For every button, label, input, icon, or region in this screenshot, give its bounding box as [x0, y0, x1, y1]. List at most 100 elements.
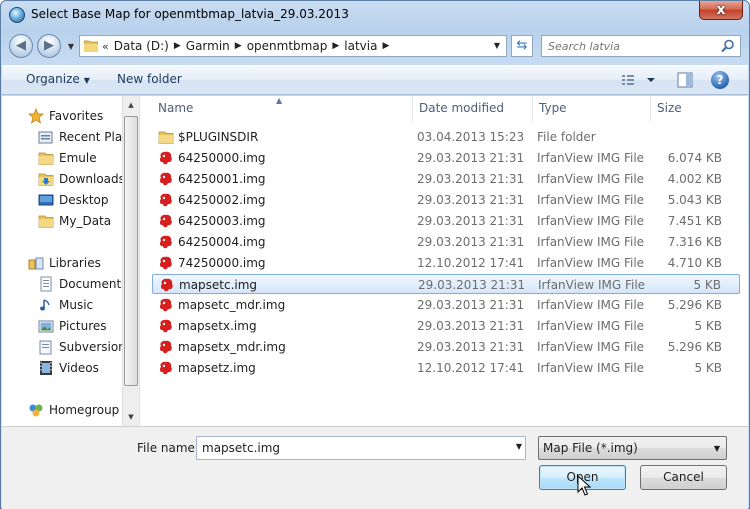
file-date: 29.03.2013 21:31	[417, 340, 525, 354]
scrollbar-thumb[interactable]	[124, 116, 138, 386]
breadcrumb-arrow-icon[interactable]: ▶	[382, 41, 389, 51]
nav-item-pictures[interactable]: Pictures	[38, 316, 107, 336]
nav-item-label: Desktop	[59, 193, 109, 207]
file-row[interactable]: 64250001.img 29.03.2013 21:31 IrfanView IM…	[152, 169, 740, 189]
file-type: File folder	[537, 130, 596, 144]
file-row[interactable]: 74250000.img 12.10.2012 17:41 IrfanView IM…	[152, 253, 740, 273]
file-name: 74250000.img	[178, 256, 266, 270]
column-header-size[interactable]: Size	[651, 96, 741, 122]
breadcrumb-arrow-icon[interactable]: ▶	[235, 41, 242, 51]
file-size: 5.296 KB	[667, 340, 722, 354]
scroll-down-icon[interactable]: ▼	[123, 409, 139, 425]
navigation-pane: Favorites Recent Plac Emule Downloads De…	[2, 96, 140, 426]
new-folder-button[interactable]: New folder	[117, 72, 182, 86]
nav-item-recent-places[interactable]: Recent Plac	[38, 127, 129, 147]
file-row[interactable]: mapsetx_mdr.img 29.03.2013 21:31 IrfanView…	[152, 337, 740, 357]
change-view-button[interactable]	[620, 71, 660, 89]
chevron-down-icon[interactable]: ▼	[516, 442, 522, 451]
preview-pane-icon[interactable]	[676, 71, 694, 89]
column-header-date[interactable]: Date modified	[413, 96, 533, 122]
nav-item-downloads[interactable]: Downloads	[38, 169, 125, 189]
breadcrumb-item-garmin[interactable]: Garmin	[186, 39, 230, 53]
breadcrumb-item-latvia[interactable]: latvia	[344, 39, 377, 53]
file-row[interactable]: 64250003.img 29.03.2013 21:31 IrfanView IM…	[152, 211, 740, 231]
file-row[interactable]: 64250000.img 29.03.2013 21:31 IrfanView IM…	[152, 148, 740, 168]
file-name: mapsetx.img	[178, 319, 257, 333]
address-dropdown-icon[interactable]: ▼	[491, 39, 503, 53]
file-type: IrfanView IMG File	[537, 256, 645, 270]
refresh-button[interactable]: ⇆	[511, 35, 533, 57]
app-icon	[9, 7, 25, 23]
file-name: mapsetx_mdr.img	[178, 340, 286, 354]
nav-item-label: Music	[59, 298, 94, 312]
nav-item-documents[interactable]: Documents	[38, 274, 127, 294]
nav-libraries-label: Libraries	[49, 256, 101, 270]
nav-item-subversion[interactable]: Subversion	[38, 337, 126, 357]
sort-ascending-icon: ▲	[276, 96, 283, 105]
title-bar[interactable]: Select Base Map for openmtbmap_latvia_29…	[1, 1, 749, 29]
folder-icon	[38, 152, 54, 165]
nav-item-label: My_Data	[59, 214, 112, 228]
search-box[interactable]	[541, 35, 741, 57]
recent-locations-dropdown[interactable]: ▼	[65, 41, 77, 53]
file-name-input[interactable]	[202, 440, 502, 456]
help-icon[interactable]: ?	[711, 71, 729, 89]
file-size: 5 KB	[694, 319, 722, 333]
file-name: $PLUGINSDIR	[178, 130, 259, 144]
file-type: IrfanView IMG File	[537, 151, 645, 165]
nav-item-videos[interactable]: Videos	[38, 358, 99, 378]
nav-homegroup[interactable]: Homegroup	[28, 400, 119, 420]
file-date: 03.04.2013 15:23	[417, 130, 525, 144]
breadcrumb-arrow-icon[interactable]: ▶	[332, 41, 339, 51]
nav-item-my-data[interactable]: My_Data	[38, 211, 111, 231]
file-type: IrfanView IMG File	[537, 298, 645, 312]
file-row[interactable]: mapsetc_mdr.img 29.03.2013 21:31 IrfanView…	[152, 295, 740, 315]
file-row[interactable]: 64250002.img 29.03.2013 21:31 IrfanView IM…	[152, 190, 740, 210]
nav-item-emule[interactable]: Emule	[38, 148, 97, 168]
file-row[interactable]: mapsetz.img 12.10.2012 17:41 IrfanView IMG…	[152, 358, 740, 378]
nav-item-desktop[interactable]: Desktop	[38, 190, 109, 210]
documents-icon	[40, 276, 52, 292]
forward-button[interactable]: ▶	[37, 34, 61, 58]
close-button[interactable]: x	[699, 1, 743, 20]
chevron-down-icon: ▼	[83, 76, 90, 85]
file-name-combobox[interactable]: ▼	[196, 436, 526, 460]
search-icon[interactable]	[720, 38, 736, 54]
folder-icon	[158, 131, 174, 144]
file-name: 64250001.img	[178, 172, 266, 186]
nav-favorites[interactable]: Favorites	[28, 106, 103, 126]
column-header-type[interactable]: Type	[533, 96, 651, 122]
file-type-filter[interactable]: Map File (*.img) ▼	[538, 436, 727, 460]
breadcrumb-arrow-icon[interactable]: ▶	[174, 41, 181, 51]
irfanview-icon	[159, 214, 172, 228]
nav-item-music[interactable]: Music	[38, 295, 93, 315]
file-date: 29.03.2013 21:31	[418, 278, 526, 292]
irfanview-icon	[159, 361, 172, 375]
search-input[interactable]	[548, 38, 718, 54]
irfanview-icon	[159, 340, 172, 354]
back-button[interactable]: ◀	[9, 34, 33, 58]
cancel-button[interactable]: Cancel	[640, 465, 727, 490]
column-header-name[interactable]: Name	[152, 96, 413, 122]
file-row[interactable]: $PLUGINSDIR 03.04.2013 15:23 File folder	[152, 127, 740, 147]
irfanview-icon	[159, 319, 172, 333]
downloads-folder-icon	[38, 173, 54, 186]
navigation-scrollbar[interactable]: ▲ ▼	[122, 96, 139, 426]
file-name: 64250002.img	[178, 193, 266, 207]
nav-favorites-label: Favorites	[49, 109, 104, 123]
star-icon	[28, 108, 44, 124]
file-date: 29.03.2013 21:31	[417, 172, 525, 186]
file-row[interactable]: 64250004.img 29.03.2013 21:31 IrfanView IM…	[152, 232, 740, 252]
file-size: 4.710 KB	[667, 256, 722, 270]
breadcrumb-item-drive[interactable]: Data (D:)	[114, 39, 169, 53]
file-row[interactable]: mapsetx.img 29.03.2013 21:31 IrfanView IMG…	[152, 316, 740, 336]
organize-button[interactable]: Organize ▼	[26, 72, 90, 86]
breadcrumb-item-openmtbmap[interactable]: openmtbmap	[247, 39, 328, 53]
nav-homegroup-label: Homegroup	[49, 403, 120, 417]
nav-libraries[interactable]: Libraries	[28, 253, 101, 273]
file-row[interactable]: mapsetc.img 29.03.2013 21:31 IrfanView IMG…	[152, 274, 740, 294]
address-bar[interactable]: « Data (D:) ▶ Garmin ▶ openmtbmap ▶ latvia ▶…	[79, 35, 507, 57]
file-date: 29.03.2013 21:31	[417, 214, 525, 228]
overflow-chevron-icon[interactable]: «	[102, 40, 109, 53]
scroll-up-icon[interactable]: ▲	[123, 97, 139, 113]
